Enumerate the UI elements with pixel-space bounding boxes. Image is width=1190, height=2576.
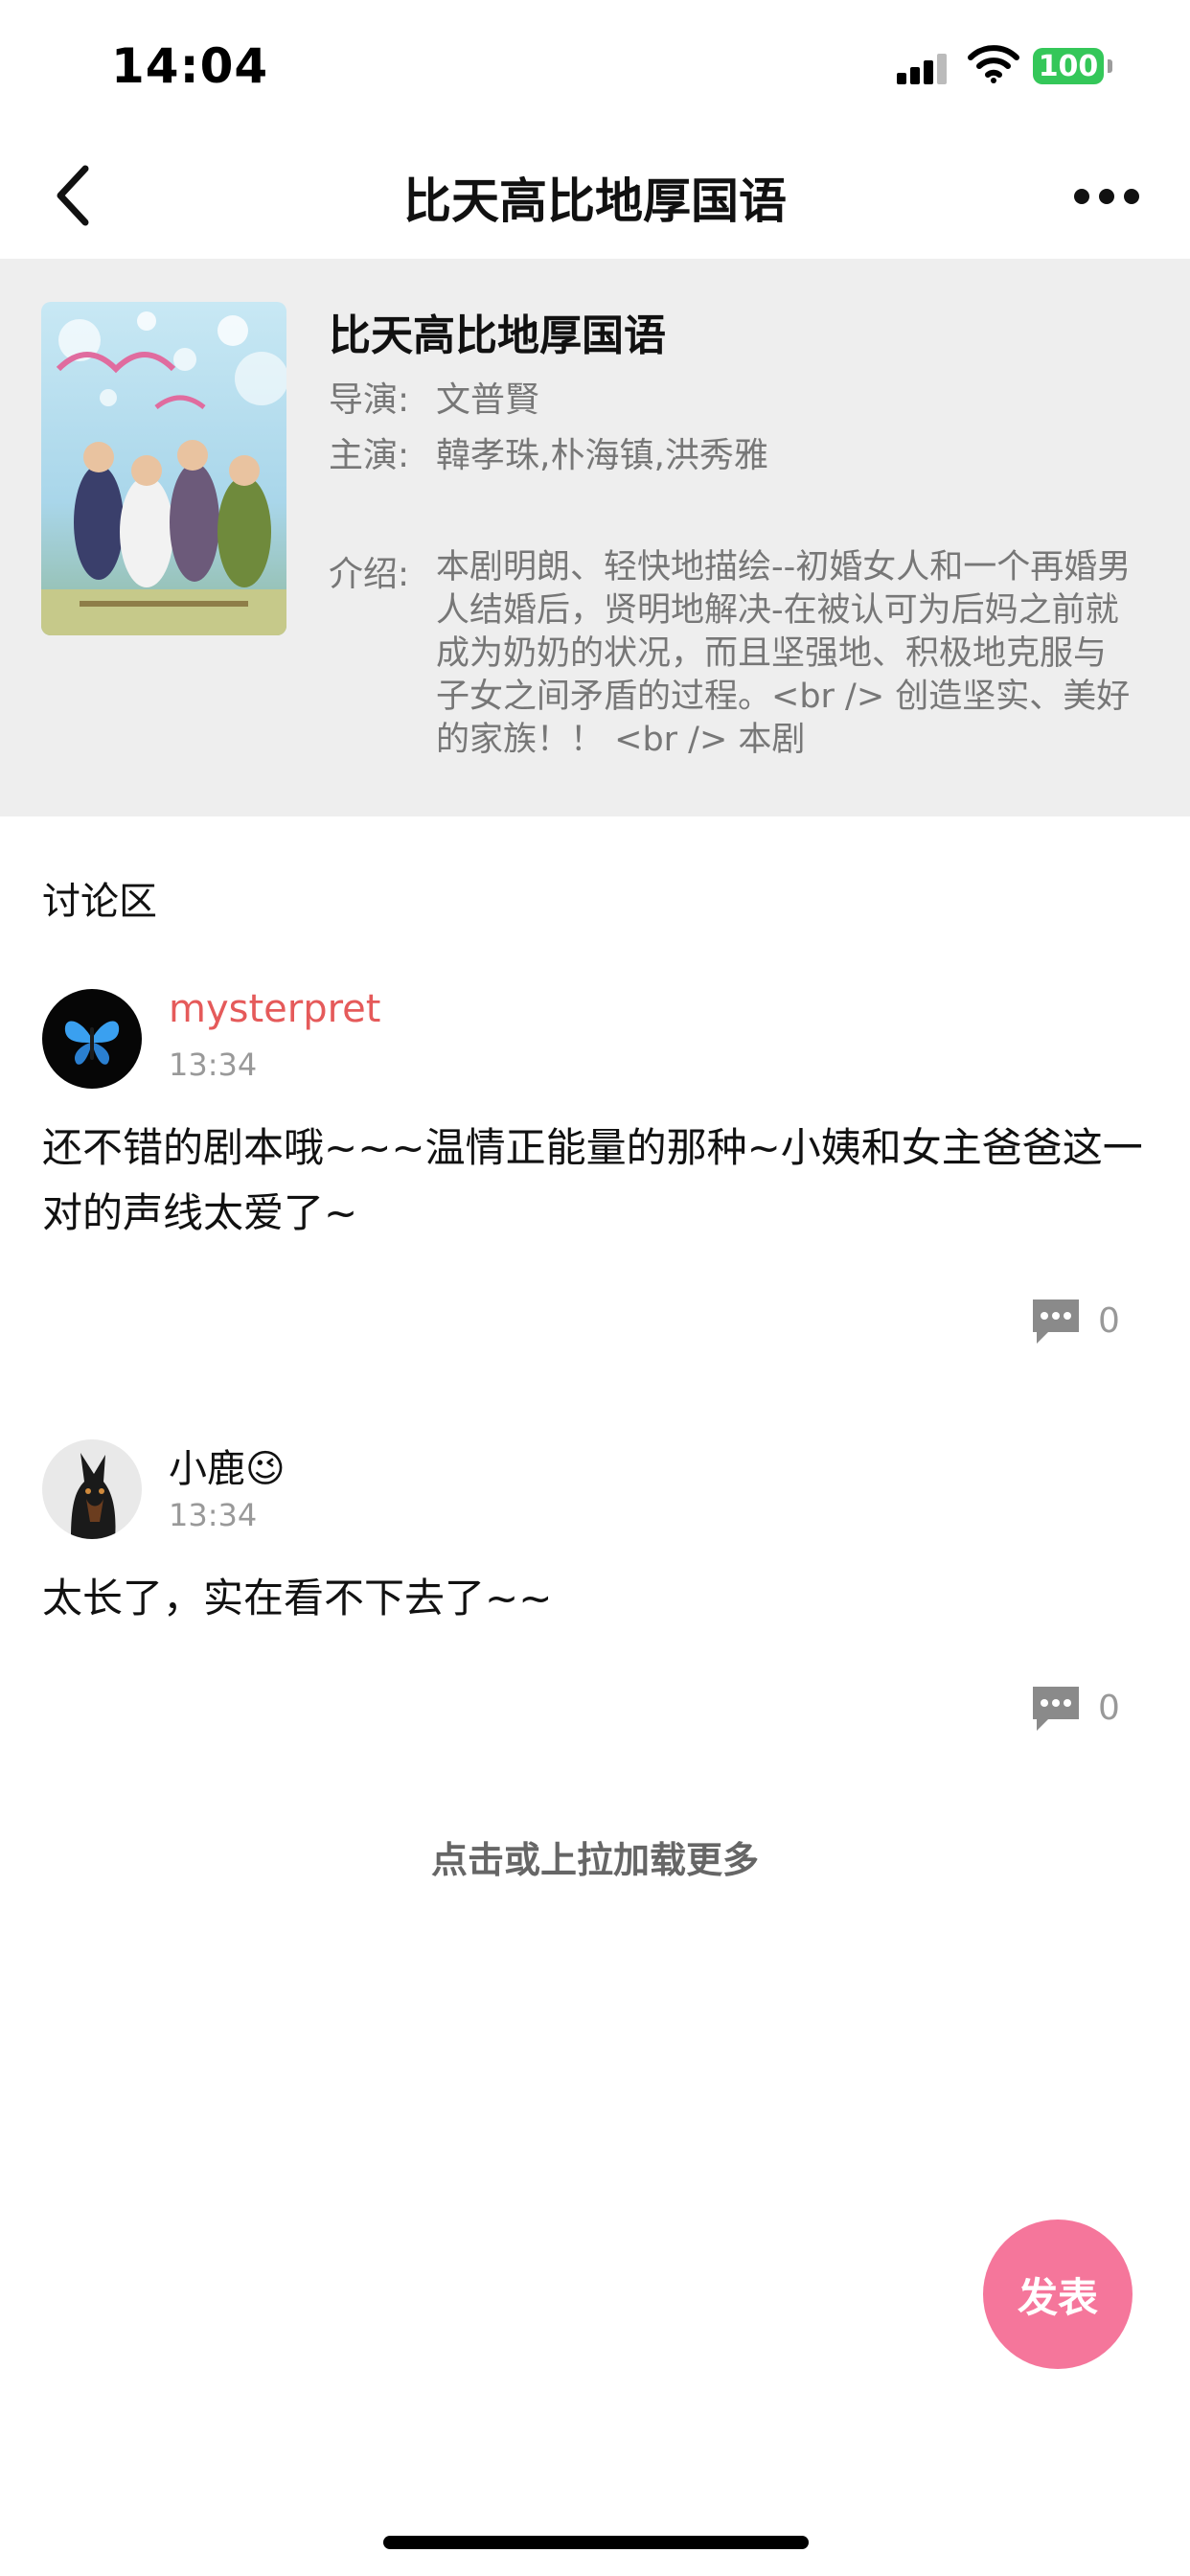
battery-level: 100 [1038, 49, 1099, 83]
comment-text: 太长了，实在看不下去了~~ [42, 1575, 553, 1622]
more-button[interactable] [1064, 163, 1150, 230]
intro-text: 本剧明朗、轻快地描绘--初婚女人和一个再婚男人结婚后，贤明地解决-在被认可为后妈… [436, 548, 1132, 759]
more-horizontal-icon [1074, 189, 1139, 204]
load-more-link[interactable]: 点击或上拉加载更多 [0, 1830, 1190, 1883]
comment-username[interactable]: 小鹿😉 [169, 1438, 286, 1493]
butterfly-avatar-icon [42, 989, 142, 1089]
reply-count: 0 [1098, 1301, 1120, 1341]
dog-avatar-icon [42, 1439, 142, 1539]
comment-username[interactable]: mysterpret [169, 987, 380, 1031]
reply-count: 0 [1098, 1689, 1120, 1728]
intro-label: 介绍: [329, 555, 410, 594]
cast-label: 主演: [329, 436, 410, 475]
comment-reply-icon[interactable] [1029, 1296, 1083, 1347]
battery-icon: 100 [1033, 48, 1104, 84]
status-time: 14:04 [111, 38, 269, 94]
avatar[interactable] [42, 1439, 142, 1539]
drama-info-panel: 比天高比地厚国语 导演: 文普賢 主演: 韓孝珠,朴海镇,洪秀雅 介绍: 本剧明朗、… [0, 259, 1190, 816]
avatar[interactable] [42, 989, 142, 1089]
director-row: 导演: 文普賢 [329, 372, 539, 422]
comment-username-text: 小鹿😉 [169, 1447, 286, 1491]
poster-image [41, 302, 286, 635]
cast-value: 韓孝珠,朴海镇,洪秀雅 [436, 436, 768, 475]
cast-row: 主演: 韓孝珠,朴海镇,洪秀雅 [329, 427, 768, 477]
page-title: 比天高比地厚国语 [403, 173, 787, 229]
signal-icon [897, 54, 947, 84]
discussion-title: 讨论区 [42, 880, 157, 924]
drama-discussion-screen: 14:04 100 比天高比地厚国语 比天高比地厚国语 导演: 文普賢 主演: … [0, 0, 1190, 2576]
director-label: 导演: [329, 380, 410, 420]
wifi-icon [968, 45, 1019, 83]
comment-time: 13:34 [169, 1046, 258, 1083]
comment-username-text: mysterpret [169, 987, 381, 1031]
post-button[interactable]: 发表 [983, 2220, 1133, 2369]
comment-reply-icon[interactable] [1029, 1683, 1083, 1735]
comment-time: 13:34 [169, 1497, 258, 1533]
battery-cap [1108, 59, 1112, 73]
drama-title: 比天高比地厚国语 [329, 311, 666, 360]
home-indicator [383, 2536, 809, 2549]
drama-poster[interactable] [41, 302, 286, 635]
director-value: 文普賢 [436, 380, 540, 420]
nav-bar: 比天高比地厚国语 [0, 134, 1190, 259]
status-bar: 14:04 100 [0, 0, 1190, 134]
comment-text: 还不错的剧本哦~~~温情正能量的那种~小姨和女主爸爸这一对的声线太爱了~ [42, 1124, 1143, 1236]
